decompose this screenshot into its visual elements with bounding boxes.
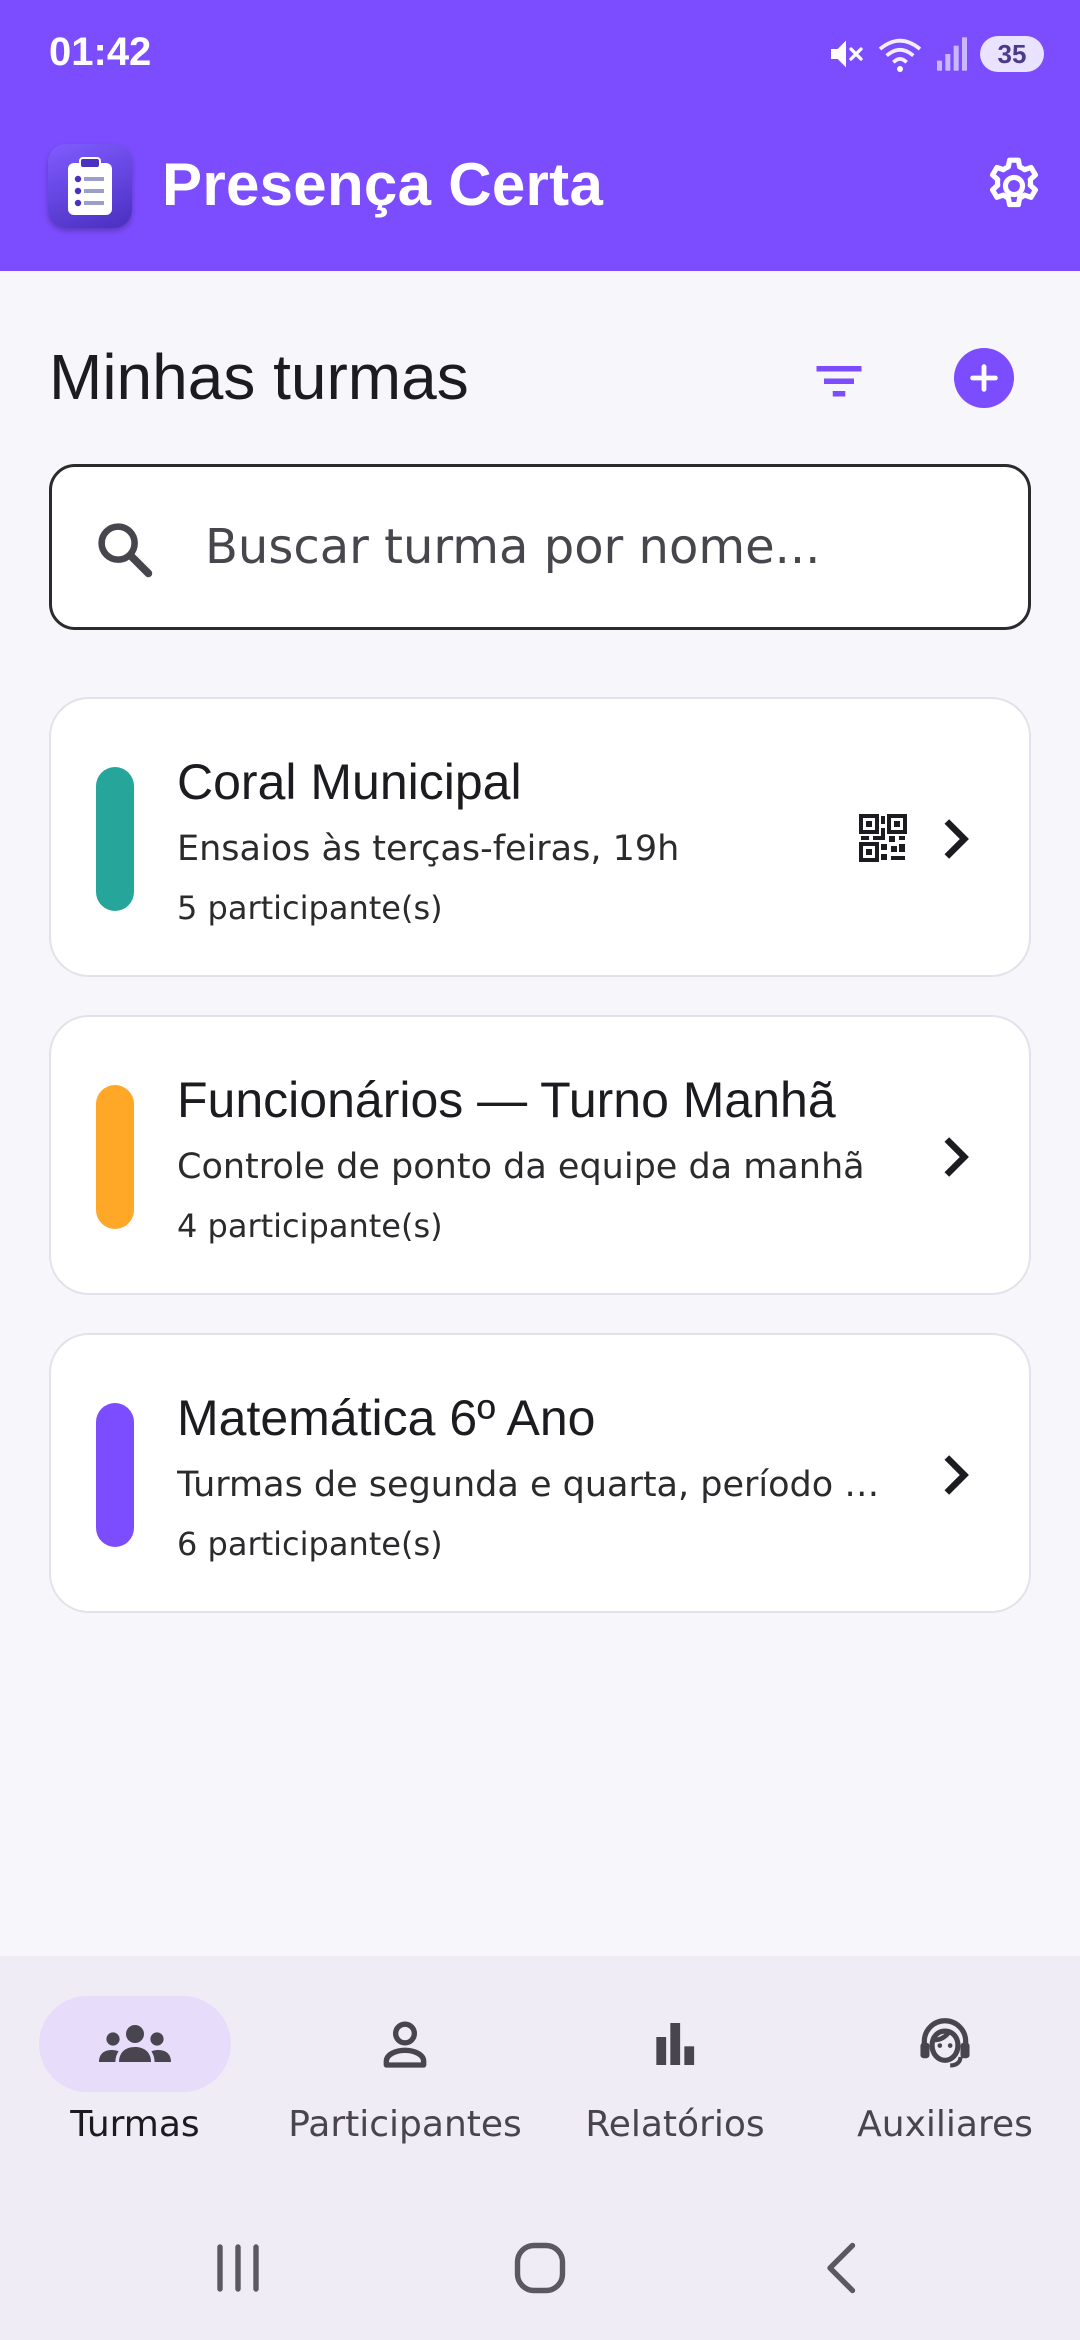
groups-icon — [99, 2025, 171, 2062]
chevron-right-icon — [944, 819, 969, 859]
class-card-coral[interactable]: Coral Municipal Ensaios às terças-feiras… — [49, 697, 1031, 977]
class-color-bar — [96, 1085, 134, 1229]
class-description: Turmas de segunda e quarta, período … — [177, 1465, 880, 1505]
qr-code-icon[interactable] — [859, 814, 907, 862]
search-field[interactable] — [49, 464, 1031, 630]
home-icon[interactable] — [504, 2232, 576, 2304]
system-navigation-bar — [0, 2196, 1080, 2340]
bar-chart-icon — [656, 2023, 695, 2065]
search-icon — [98, 523, 153, 578]
mute-icon — [831, 40, 863, 68]
nav-item-participantes[interactable]: Participantes — [285, 1996, 525, 2176]
nav-item-auxiliares[interactable]: Auxiliares — [825, 1996, 1065, 2176]
nav-label: Participantes — [288, 2104, 522, 2145]
battery-indicator: 35 — [980, 36, 1044, 72]
app-logo-icon — [48, 144, 132, 228]
signal-icon — [937, 37, 967, 71]
add-class-button[interactable] — [954, 348, 1014, 408]
nav-label: Auxiliares — [857, 2104, 1033, 2145]
search-input[interactable] — [205, 507, 985, 587]
gear-icon — [989, 157, 1039, 208]
nav-item-turmas[interactable]: Turmas — [15, 1996, 255, 2176]
bottom-navigation: Turmas Participantes Relatórios Auxiliar… — [0, 1956, 1080, 2196]
chevron-right-icon — [944, 1455, 969, 1495]
class-card-funcionarios[interactable]: Funcionários — Turno Manhã Controle de p… — [49, 1015, 1031, 1295]
nav-label: Turmas — [70, 2104, 200, 2145]
status-time: 01:42 — [49, 30, 152, 74]
class-card-matematica[interactable]: Matemática 6º Ano Turmas de segunda e qu… — [49, 1333, 1031, 1613]
nav-label: Relatórios — [585, 2104, 765, 2145]
app-header: 01:42 35 Presença Certa — [0, 0, 1080, 271]
filter-icon — [816, 366, 862, 397]
class-description: Controle de ponto da equipe da manhã — [177, 1147, 865, 1187]
back-icon[interactable] — [806, 2232, 878, 2304]
settings-button[interactable] — [982, 154, 1046, 218]
wifi-icon — [878, 38, 922, 72]
class-participant-count: 4 participante(s) — [177, 1207, 443, 1245]
status-icons: 35 — [826, 34, 1044, 74]
class-description: Ensaios às terças-feiras, 19h — [177, 829, 680, 869]
add-icon — [970, 364, 998, 392]
support-agent-icon — [920, 2018, 970, 2068]
nav-item-relatorios[interactable]: Relatórios — [555, 1996, 795, 2176]
recents-icon[interactable] — [202, 2232, 274, 2304]
app-title: Presença Certa — [162, 151, 604, 218]
nav-active-indicator — [39, 1996, 231, 2092]
class-title: Matemática 6º Ano — [177, 1390, 596, 1446]
class-color-bar — [96, 767, 134, 911]
page-title: Minhas turmas — [49, 341, 469, 413]
class-participant-count: 6 participante(s) — [177, 1525, 443, 1563]
chevron-right-icon — [944, 1137, 969, 1177]
class-color-bar — [96, 1403, 134, 1547]
class-title: Funcionários — Turno Manhã — [177, 1072, 836, 1128]
person-icon — [383, 2021, 427, 2068]
class-participant-count: 5 participante(s) — [177, 889, 443, 927]
class-title: Coral Municipal — [177, 754, 522, 810]
filter-button[interactable] — [806, 348, 872, 414]
